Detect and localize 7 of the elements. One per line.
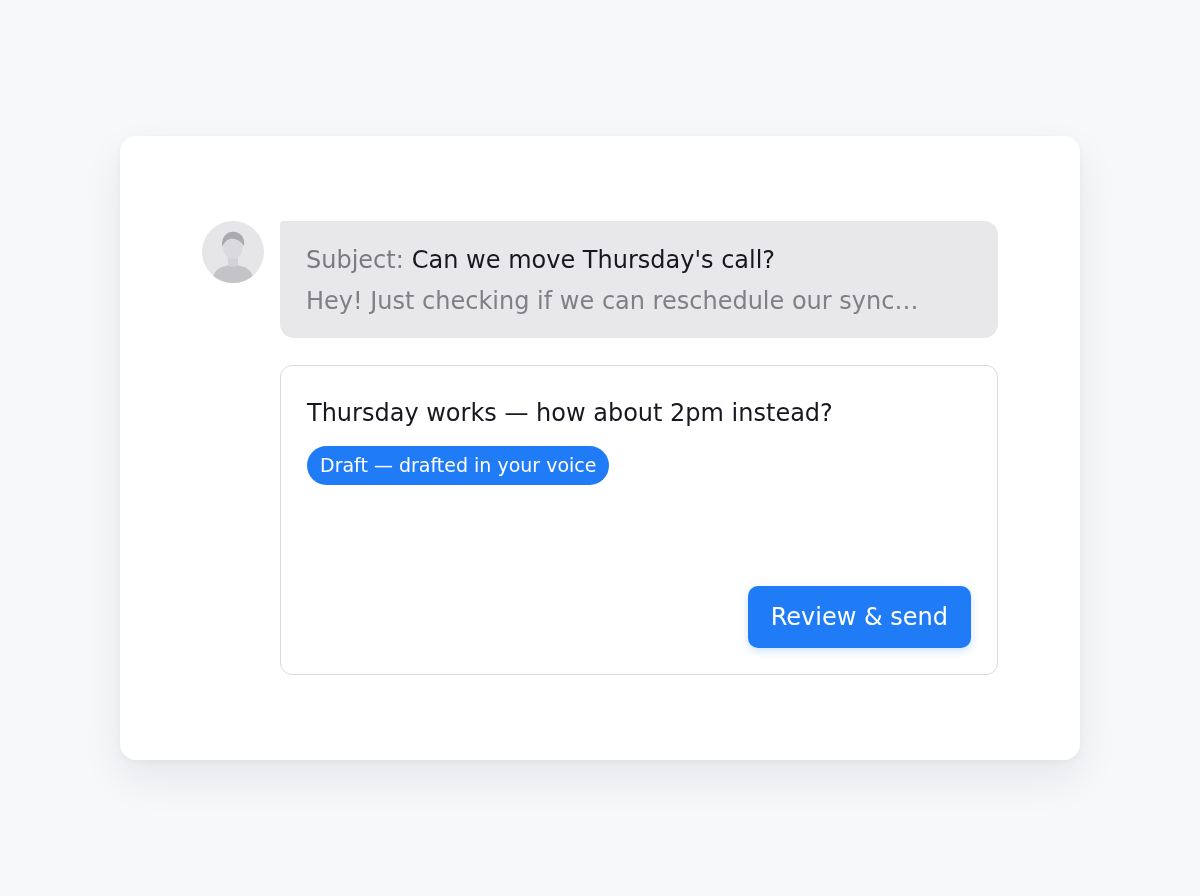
subject-label: Subject: bbox=[306, 245, 404, 276]
message-preview: Hey! Just checking if we can reschedule our sync… bbox=[306, 286, 920, 317]
avatar-icon bbox=[202, 221, 264, 283]
draft-reply-text: Thursday works — how about 2pm instead? bbox=[307, 398, 833, 429]
draft-badge: Draft — drafted in your voice bbox=[307, 446, 610, 485]
review-send-button[interactable]: Review & send bbox=[747, 586, 971, 648]
subject-text: Can we move Thursday's call? bbox=[411, 245, 776, 276]
